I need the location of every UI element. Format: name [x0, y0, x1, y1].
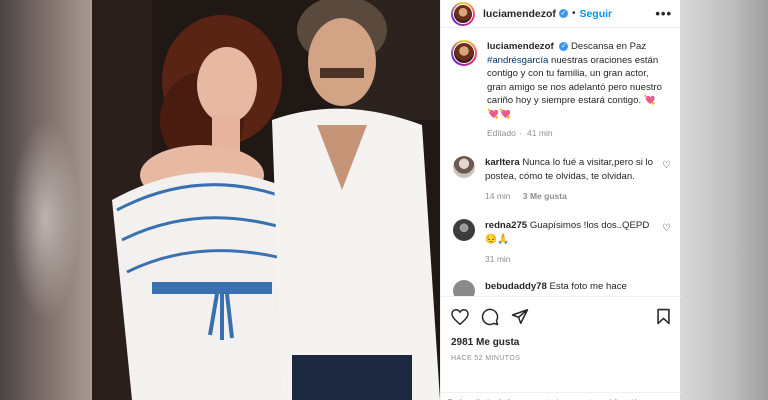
comment-meta: 14 min 3 Me gusta [485, 191, 653, 201]
comment-time: 14 min [485, 191, 511, 201]
share-paper-plane-icon[interactable] [511, 308, 529, 325]
post-actions-bar [441, 296, 681, 336]
comment-avatar[interactable] [453, 280, 475, 296]
like-comment-heart-icon[interactable]: ♡ [662, 160, 671, 171]
caption-edited: Editado [487, 128, 516, 138]
like-comment-heart-icon[interactable]: ♡ [662, 223, 671, 234]
author-username[interactable]: luciamendezof [483, 8, 556, 20]
caption-text: luciamendezof ✓ Descansa en Paz #andrésg… [487, 40, 667, 121]
post-photo [92, 0, 440, 400]
comment-text: Esta foto me hace [549, 281, 627, 292]
follow-button[interactable]: Seguir [579, 8, 612, 20]
author-avatar[interactable] [451, 1, 475, 26]
caption-username[interactable]: luciamendezof [487, 41, 554, 52]
like-heart-icon[interactable] [451, 308, 469, 325]
post-timestamp: HACE 52 MINUTOS [451, 355, 521, 362]
caption-time: 41 min [527, 128, 553, 138]
likes-count[interactable]: 2981 Me gusta [451, 337, 519, 348]
comment-bubble-icon[interactable] [481, 308, 499, 326]
verified-badge-icon: ✓ [558, 9, 568, 18]
caption: luciamendezof ✓ Descansa en Paz #andrésg… [441, 40, 681, 138]
blurred-backdrop-left [0, 0, 92, 400]
caption-avatar[interactable] [451, 40, 477, 66]
separator-dot: • [571, 8, 576, 19]
comment-avatar[interactable] [453, 219, 475, 241]
comments-list[interactable]: luciamendezof ✓ Descansa en Paz #andrésg… [441, 34, 681, 296]
comment-avatar[interactable] [453, 156, 475, 178]
blurred-backdrop-right [680, 0, 768, 400]
post-header: luciamendezof ✓ • Seguir ••• [441, 0, 680, 28]
caption-hashtag[interactable]: #andrésgarcía [487, 55, 548, 66]
post-side-panel: luciamendezof ✓ • Seguir ••• luciamendez… [440, 0, 681, 400]
comment-likes[interactable]: 3 Me gusta [523, 191, 567, 201]
comment-item: karltera Nunca lo fué a visitar,pero si … [441, 156, 681, 201]
comment-item: redna275 Guapísimos !los dos..QEPD😔🙏 31 … [441, 219, 681, 264]
comment-item: bebudaddy78 Esta foto me hace [441, 280, 681, 296]
caption-meta: Editado · 41 min [487, 128, 553, 138]
caption-text-part: Descansa en Paz [570, 41, 647, 52]
comments-limited-note: Se han limitado los comentarios en esta … [441, 392, 681, 400]
more-options-icon[interactable]: ••• [655, 6, 672, 21]
verified-badge-icon: ✓ [559, 41, 569, 51]
comment-username[interactable]: bebudaddy78 [485, 281, 547, 292]
comment-time: 31 min [485, 254, 511, 264]
save-bookmark-icon[interactable] [656, 308, 671, 325]
comment-meta: 31 min [485, 254, 653, 264]
comment-username[interactable]: karltera [485, 157, 520, 168]
comment-username[interactable]: redna275 [485, 220, 527, 231]
